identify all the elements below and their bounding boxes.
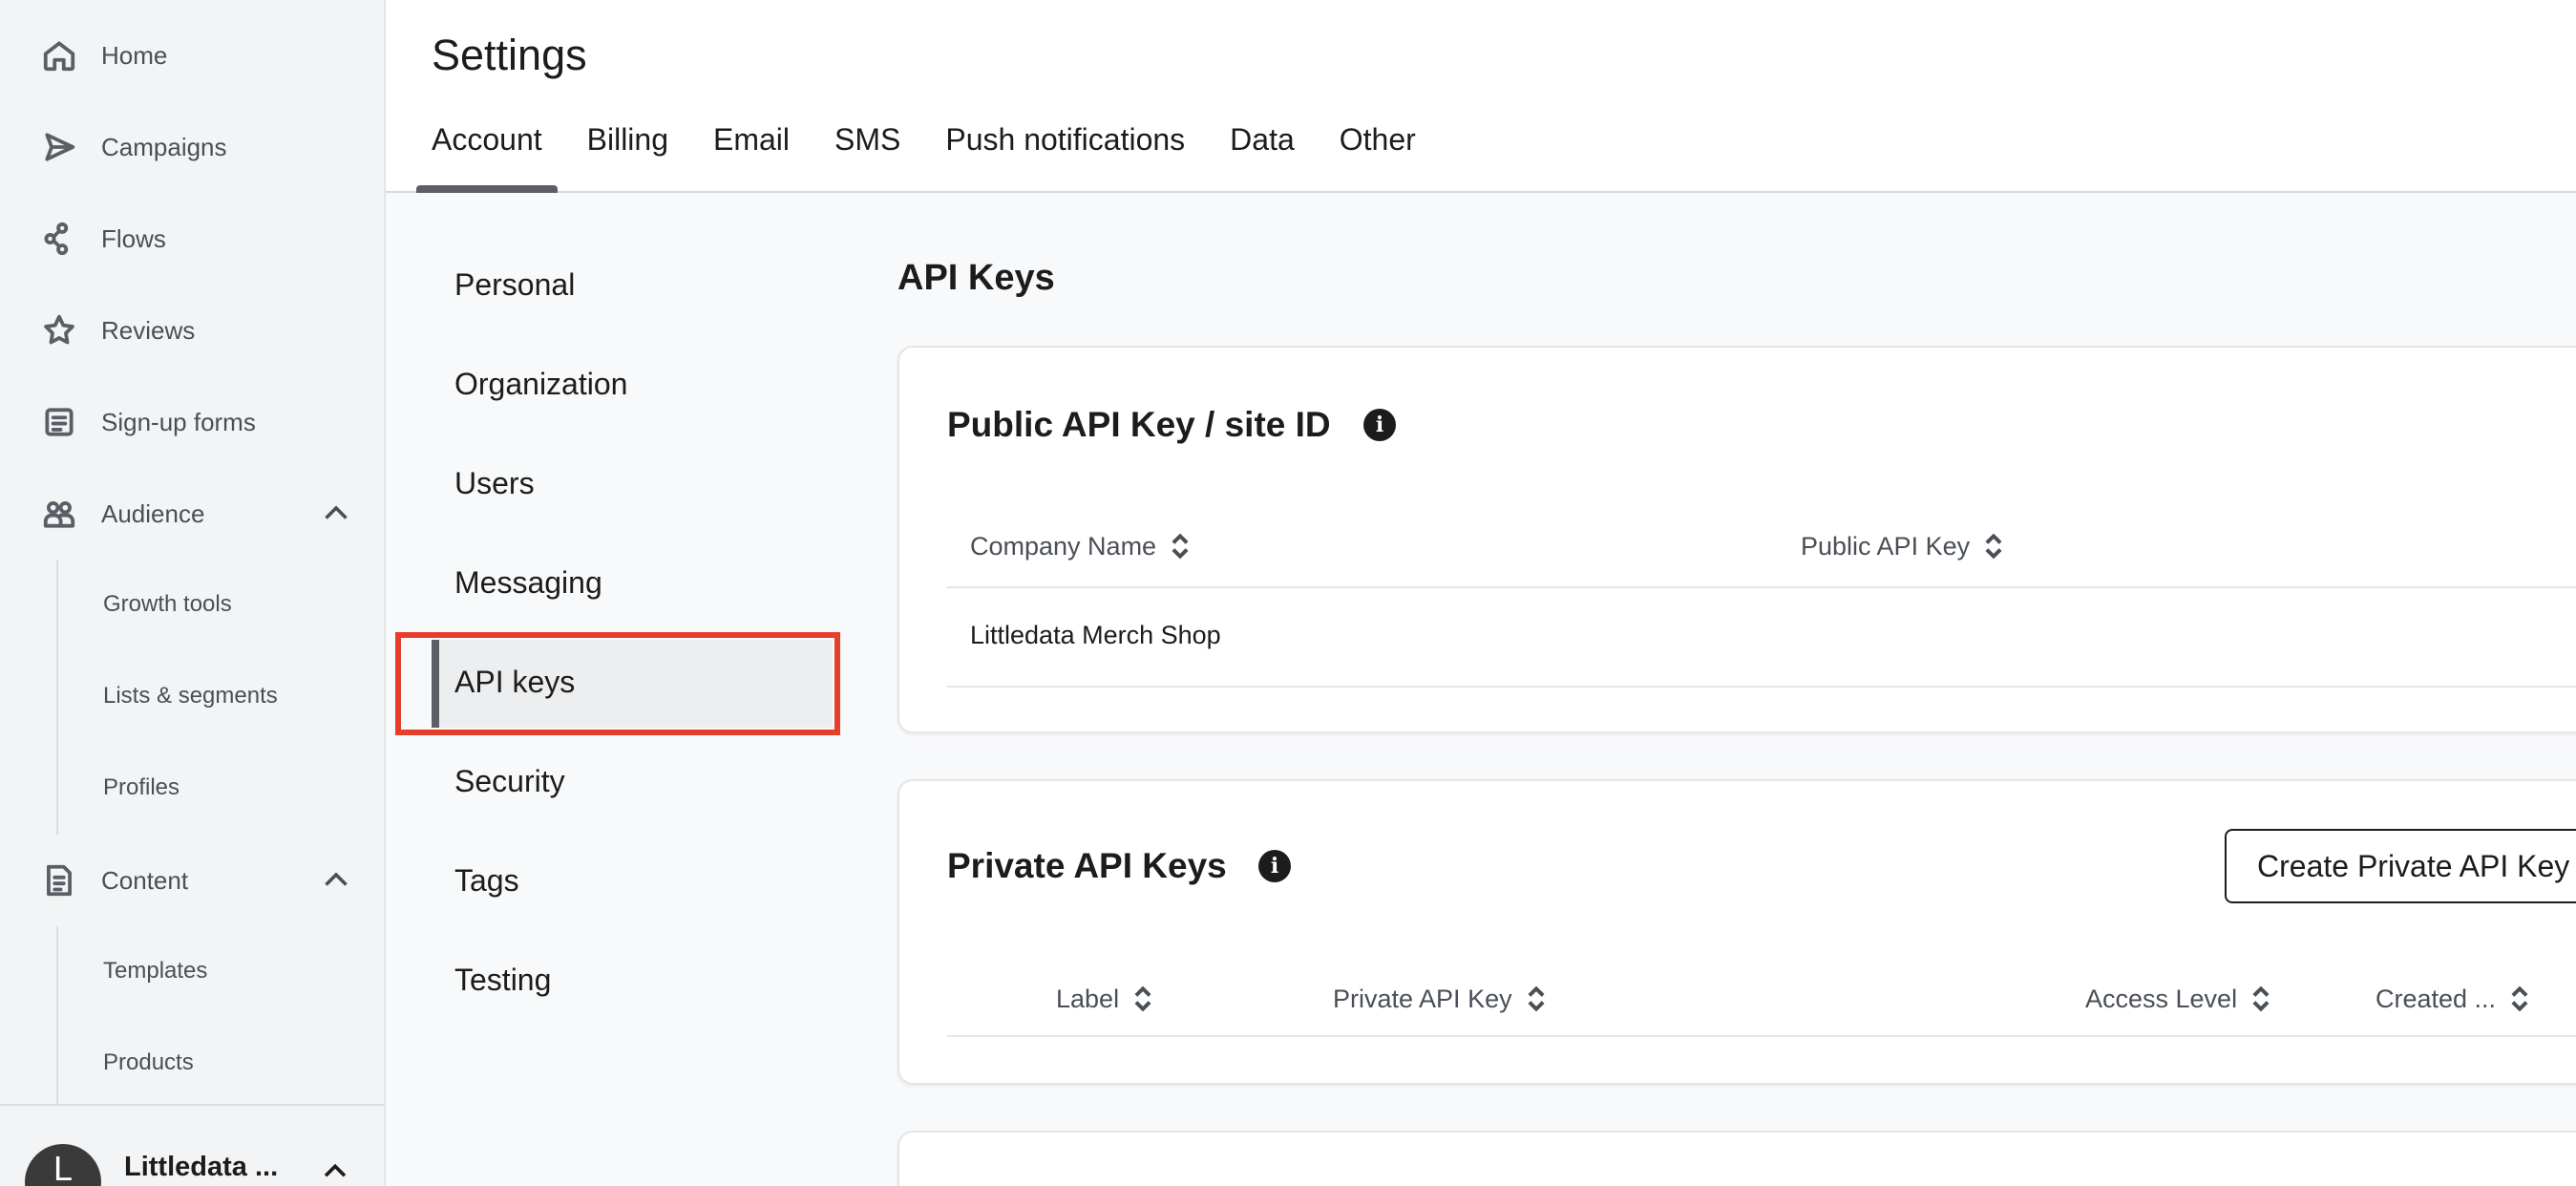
sort-icon [1983, 531, 2004, 561]
nav-item-campaigns[interactable]: Campaigns [38, 118, 353, 176]
nav-item-reviews[interactable]: Reviews [38, 302, 353, 359]
star-icon [38, 309, 80, 351]
chevron-up-icon[interactable] [319, 863, 353, 898]
sort-icon [2509, 984, 2530, 1014]
nav-sub-lists-segments[interactable]: Lists & segments [103, 677, 278, 715]
column-access-level[interactable]: Access Level [2085, 984, 2271, 1014]
content-sub-line [56, 926, 58, 1104]
nav-item-flows[interactable]: Flows [38, 210, 353, 267]
create-private-api-key-button[interactable]: Create Private API Key [2225, 829, 2576, 903]
section-title: API Keys [897, 258, 1055, 298]
users-icon [38, 493, 80, 535]
nav-item-home[interactable]: Home [38, 27, 353, 84]
column-label: Company Name [970, 531, 1157, 561]
nav-label: Home [101, 40, 168, 70]
nav-label: Flows [101, 223, 166, 253]
nav-label: Reviews [101, 315, 196, 345]
send-icon [38, 126, 80, 168]
settings-header: Settings Account Billing Email SMS Push … [386, 0, 2576, 193]
column-label-text: Access Level [2085, 984, 2238, 1013]
nav-item-audience[interactable]: Audience [38, 485, 353, 542]
column-label-text: Created ... [2375, 984, 2497, 1013]
column-company-name[interactable]: Company Name [970, 531, 1191, 561]
table-cell-company: Littledata Merch Shop [970, 621, 1221, 649]
nav-label: Campaigns [101, 132, 227, 161]
tab-billing[interactable]: Billing [572, 113, 684, 191]
column-private-api-key[interactable]: Private API Key [1333, 984, 1547, 1014]
private-api-keys-card: Private API Keys i Label Private API Key… [897, 779, 2576, 1085]
highlight-annotation [395, 632, 840, 735]
settings-tabs: Account Billing Email SMS Push notificat… [416, 113, 1446, 193]
subnav-organization[interactable]: Organization [454, 355, 627, 413]
subnav-users[interactable]: Users [454, 455, 535, 512]
tab-other[interactable]: Other [1324, 113, 1431, 191]
nav-item-content[interactable]: Content [38, 852, 353, 909]
content-icon [38, 859, 80, 901]
nav-label: Content [101, 865, 189, 895]
avatar: L [25, 1144, 101, 1186]
info-icon[interactable]: i [1258, 850, 1291, 882]
tab-data[interactable]: Data [1214, 113, 1310, 191]
sort-icon [1132, 984, 1153, 1014]
subnav-security[interactable]: Security [454, 752, 565, 810]
subnav-personal[interactable]: Personal [454, 256, 575, 313]
subnav-tags[interactable]: Tags [454, 852, 519, 909]
next-card [897, 1131, 2576, 1186]
public-api-key-card: Public API Key / site ID i Company Name … [897, 346, 2576, 733]
home-icon [38, 34, 80, 76]
audience-sub-line [56, 560, 58, 835]
table-divider [947, 686, 2576, 688]
sort-icon [1170, 531, 1191, 561]
card-title: Private API Keys [947, 846, 1227, 885]
column-label-text: Private API Key [1333, 984, 1512, 1013]
nav-sub-growth-tools[interactable]: Growth tools [103, 585, 232, 624]
column-label: Public API Key [1801, 531, 1971, 561]
nav-item-signup-forms[interactable]: Sign-up forms [38, 393, 353, 451]
chevron-up-icon[interactable] [319, 1155, 351, 1186]
column-label-text: Label [1056, 984, 1120, 1013]
nav-sub-templates[interactable]: Templates [103, 952, 207, 990]
sort-icon [1526, 984, 1547, 1014]
card-title: Public API Key / site ID [947, 405, 1331, 444]
table-divider [947, 1035, 2576, 1037]
tab-push-notifications[interactable]: Push notifications [930, 113, 1200, 191]
account-switcher[interactable]: L Littledata ... [0, 1104, 384, 1186]
flows-icon [38, 218, 80, 260]
column-public-api-key[interactable]: Public API Key [1801, 531, 2004, 561]
subnav-messaging[interactable]: Messaging [454, 554, 602, 611]
nav-sub-profiles[interactable]: Profiles [103, 769, 179, 807]
form-icon [38, 401, 80, 443]
subnav-testing[interactable]: Testing [454, 951, 551, 1008]
info-icon[interactable]: i [1363, 409, 1396, 441]
tab-account[interactable]: Account [416, 113, 558, 193]
chevron-up-icon[interactable] [319, 497, 353, 531]
tab-email[interactable]: Email [698, 113, 805, 191]
nav-sub-products[interactable]: Products [103, 1044, 194, 1082]
nav-label: Audience [101, 498, 205, 528]
sort-icon [2250, 984, 2271, 1014]
left-nav: Home Campaigns Flows Reviews Sign-up for… [0, 0, 386, 1186]
page-title: Settings [432, 31, 587, 79]
nav-label: Sign-up forms [101, 407, 256, 436]
column-created[interactable]: Created ... [2375, 984, 2530, 1014]
table-divider [947, 586, 2576, 588]
column-label[interactable]: Label [1056, 984, 1153, 1014]
org-name: Littledata ... [124, 1152, 279, 1182]
tab-sms[interactable]: SMS [819, 113, 916, 191]
